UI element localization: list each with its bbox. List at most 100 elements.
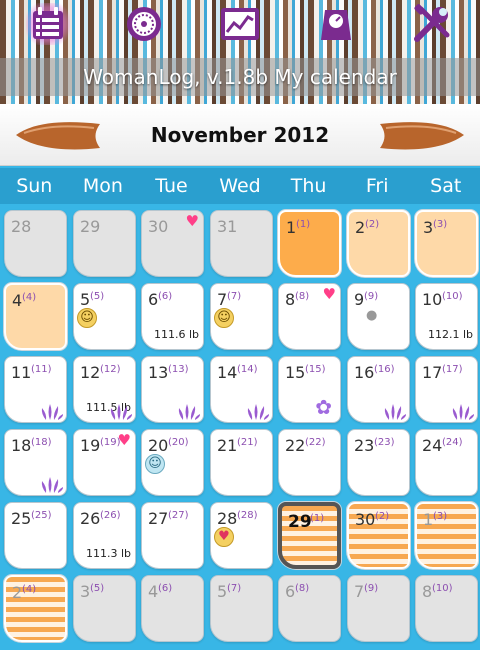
cycle-day-number: (8) <box>295 291 310 302</box>
day-number: 10 <box>422 290 443 309</box>
day-number: 13 <box>148 363 169 382</box>
calendar-day-cell[interactable]: 10 (10) 112.1 lb <box>415 283 478 350</box>
chart-button[interactable] <box>218 3 262 45</box>
next-month-button[interactable] <box>378 118 466 152</box>
calendar-day-cell[interactable]: 12 (12) 111.5 lb <box>73 356 136 423</box>
calendar-day-cell[interactable]: 24 (24) <box>415 429 478 496</box>
calendar-day-cell[interactable]: 13 (13) <box>141 356 204 423</box>
calendar-list-icon <box>33 7 63 39</box>
day-number: 25 <box>11 509 32 528</box>
calendar-day-cell[interactable]: 28 <box>4 210 67 277</box>
heart-icon: ♥ <box>117 431 131 449</box>
calendar-day-cell[interactable]: 21 (21) <box>210 429 273 496</box>
calendar-day-cell[interactable]: 30 (2) <box>347 502 410 569</box>
calendar-day-cell[interactable]: 29 <box>73 210 136 277</box>
calendar-day-cell[interactable]: 7 (7) ☺ <box>210 283 273 350</box>
calendar-day-cell[interactable]: 26 (26) 111.3 lb <box>73 502 136 569</box>
day-number: 2 <box>355 218 366 237</box>
cycle-day-number: (17) <box>442 364 463 375</box>
calendar-day-cell[interactable]: 28 (28) ♥ <box>210 502 273 569</box>
day-number: 8 <box>285 290 296 309</box>
cycle-wheel-button[interactable] <box>122 3 166 45</box>
calendar-day-cell[interactable]: 8 (10) <box>415 575 478 642</box>
calendar-day-cell[interactable]: 3 (5) <box>73 575 136 642</box>
cycle-day-number: (26) <box>100 510 121 521</box>
cycle-day-number: (2) <box>365 219 380 230</box>
day-number: 5 <box>80 290 91 309</box>
smiley-icon: ☺ <box>77 308 97 328</box>
previous-month-button[interactable] <box>14 118 102 152</box>
day-number: 1 <box>423 510 434 529</box>
calendar-day-cell[interactable]: 14 (14) <box>210 356 273 423</box>
calendar-day-cell[interactable]: 22 (22) <box>278 429 341 496</box>
leaf-flower-icon <box>247 404 270 420</box>
love-smiley-icon: ♥ <box>214 527 234 547</box>
calendar-day-cell[interactable]: 17 (17) <box>415 356 478 423</box>
calendar-day-cell[interactable]: 31 <box>210 210 273 277</box>
calendar-day-cell[interactable]: 20 (20) ☺ <box>141 429 204 496</box>
day-number: 29 <box>288 512 312 532</box>
calendar-day-cell[interactable]: 4 (6) <box>141 575 204 642</box>
day-number: 4 <box>12 291 23 310</box>
calendar-day-cell[interactable]: 5 (7) <box>210 575 273 642</box>
cycle-day-number: (11) <box>31 364 52 375</box>
calendar-day-cell[interactable]: 30 ♥ <box>141 210 204 277</box>
day-number: 14 <box>217 363 238 382</box>
calendar-day-cell[interactable]: 19 (19) ♥ <box>73 429 136 496</box>
weekday-label: Fri <box>365 175 389 197</box>
cycle-day-number: (5) <box>90 291 105 302</box>
weekday-label: Wed <box>219 175 261 197</box>
calendar-day-cell[interactable]: 18 (18) <box>4 429 67 496</box>
cycle-wheel-icon <box>127 7 161 41</box>
day-number: 21 <box>217 436 238 455</box>
cycle-day-number: (15) <box>305 364 326 375</box>
calendar-day-cell[interactable]: 2 (4) <box>4 575 67 642</box>
calendar-day-cell[interactable]: 6 (6) 111.6 lb <box>141 283 204 350</box>
calendar-day-cell[interactable]: 25 (25) <box>4 502 67 569</box>
calendar-day-cell[interactable]: 1 (3) <box>415 502 478 569</box>
calendar-day-cell[interactable]: 15 (15) ✿ <box>278 356 341 423</box>
calendar-day-cell[interactable]: 29 (1) <box>278 502 341 569</box>
cycle-day-number: (4) <box>22 292 37 303</box>
day-number: 12 <box>80 363 101 382</box>
day-number: 3 <box>423 218 434 237</box>
settings-button[interactable] <box>410 3 454 45</box>
cycle-day-number: (20) <box>168 437 189 448</box>
calendar-day-cell[interactable]: 11 (11) <box>4 356 67 423</box>
calendar-day-cell[interactable]: 3 (3) <box>415 210 478 277</box>
smiley-icon: ☺ <box>214 308 234 328</box>
day-number: 31 <box>217 217 238 236</box>
calendar-day-cell[interactable]: 2 (2) <box>347 210 410 277</box>
cycle-day-number: (27) <box>168 510 189 521</box>
calendar-day-cell[interactable]: 27 (27) <box>141 502 204 569</box>
day-number: 24 <box>422 436 443 455</box>
calendar-day-cell[interactable]: 7 (9) <box>347 575 410 642</box>
calendar-day-cell[interactable]: 9 (9) ● <box>347 283 410 350</box>
day-number: 4 <box>148 582 159 601</box>
weekday-label: Mon <box>82 175 123 197</box>
calendar-list-button[interactable] <box>26 3 70 45</box>
cycle-day-number: (25) <box>31 510 52 521</box>
cycle-day-number: (6) <box>158 583 173 594</box>
day-number: 28 <box>217 509 238 528</box>
cycle-day-number: (24) <box>442 437 463 448</box>
day-number: 15 <box>285 363 306 382</box>
cycle-day-number: (9) <box>364 291 379 302</box>
calendar-day-cell[interactable]: 1 (1) <box>278 210 341 277</box>
calendar-day-cell[interactable]: 23 (23) <box>347 429 410 496</box>
calendar-day-cell[interactable]: 4 (4) <box>4 283 67 350</box>
calendar-day-cell[interactable]: 8 (8) ♥ <box>278 283 341 350</box>
calendar-day-cell[interactable]: 5 (5) ☺ <box>73 283 136 350</box>
calendar-day-cell[interactable]: 16 (16) <box>347 356 410 423</box>
day-number: 26 <box>80 509 101 528</box>
scale-button[interactable] <box>314 3 358 45</box>
day-number: 18 <box>11 436 32 455</box>
cycle-day-number: (3) <box>433 511 448 522</box>
day-number: 11 <box>11 363 32 382</box>
calendar-day-cell[interactable]: 6 (8) <box>278 575 341 642</box>
month-navigation: November 2012 <box>0 104 480 166</box>
cycle-day-number: (28) <box>237 510 258 521</box>
calm-smiley-icon: ☺ <box>145 454 165 474</box>
chart-icon <box>221 8 259 40</box>
day-number: 23 <box>354 436 375 455</box>
